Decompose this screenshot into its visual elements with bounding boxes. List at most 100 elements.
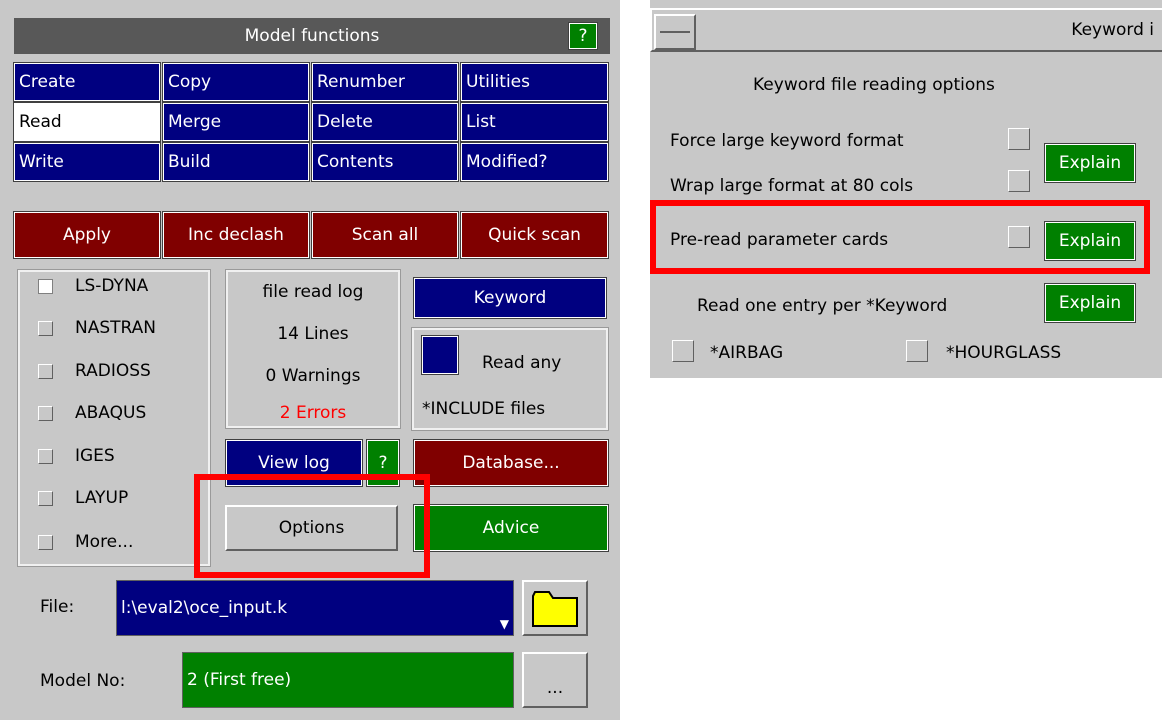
delete-label: Delete — [317, 112, 373, 132]
copy-button[interactable]: Copy — [162, 62, 310, 102]
read-button[interactable]: Read — [13, 102, 161, 142]
radio-abaqus[interactable] — [38, 405, 53, 421]
log-title: file read log — [262, 282, 364, 302]
format-more[interactable]: More... — [38, 532, 133, 552]
view-log-label: View log — [258, 453, 330, 473]
radio-iges[interactable] — [38, 448, 53, 464]
keyword-label: Keyword — [473, 288, 547, 308]
airbag-checkbox[interactable] — [672, 340, 694, 362]
build-label: Build — [168, 152, 211, 172]
quick-scan-button[interactable]: Quick scan — [460, 211, 609, 259]
read-any-toggle[interactable] — [421, 335, 459, 375]
explain-label: Explain — [1058, 153, 1122, 173]
format-label: More... — [75, 532, 134, 552]
utilities-button[interactable]: Utilities — [460, 62, 609, 102]
log-warnings: 0 Warnings — [265, 366, 361, 386]
modified-label: Modified? — [466, 152, 548, 172]
create-button[interactable]: Create — [13, 62, 161, 102]
delete-button[interactable]: Delete — [311, 102, 459, 142]
minimize-button[interactable] — [654, 14, 696, 50]
panel-title: Model functions — [14, 18, 610, 54]
format-radioss[interactable]: RADIOSS — [38, 361, 151, 381]
explain-one-entry-button[interactable]: Explain — [1044, 283, 1136, 323]
radio-nastran[interactable] — [38, 320, 53, 336]
format-iges[interactable]: IGES — [38, 446, 115, 466]
file-input[interactable]: l:\eval2\oce_input.k ▼ — [116, 580, 514, 636]
ellipsis-label: ... — [546, 678, 564, 698]
wrap-format-label: Wrap large format at 80 cols — [670, 176, 914, 196]
modified-button[interactable]: Modified? — [460, 142, 609, 182]
build-button[interactable]: Build — [162, 142, 310, 182]
list-label: List — [466, 112, 496, 132]
format-layup[interactable]: LAYUP — [38, 488, 128, 508]
explain-label: Explain — [1058, 293, 1122, 313]
radio-more[interactable] — [38, 534, 53, 550]
advice-button[interactable]: Advice — [413, 504, 609, 552]
database-label: Database... — [462, 453, 560, 473]
scan-all-label: Scan all — [351, 225, 419, 245]
format-label: NASTRAN — [75, 318, 156, 338]
format-abaqus[interactable]: ABAQUS — [38, 403, 146, 423]
model-functions-panel: Model functions ? Create Copy Renumber U… — [0, 0, 620, 720]
log-help-label: ? — [378, 453, 388, 473]
model-label: Model No: — [40, 671, 126, 691]
window-title: Keyword i — [1071, 20, 1154, 40]
options-heading: Keyword file reading options — [753, 75, 995, 95]
inc-declash-button[interactable]: Inc declash — [162, 211, 310, 259]
radio-radioss[interactable] — [38, 363, 53, 379]
folder-icon — [532, 591, 578, 627]
quick-scan-label: Quick scan — [488, 225, 581, 245]
apply-button[interactable]: Apply — [13, 211, 161, 259]
write-label: Write — [19, 152, 64, 172]
model-input[interactable]: 2 (First free) — [182, 652, 514, 708]
keyword-button[interactable]: Keyword — [413, 277, 607, 319]
model-options-button[interactable]: ... — [522, 652, 588, 708]
pre-read-highlight — [650, 200, 1150, 274]
list-button[interactable]: List — [460, 102, 609, 142]
contents-label: Contents — [317, 152, 394, 172]
log-errors: 2 Errors — [279, 403, 347, 423]
contents-button[interactable]: Contents — [311, 142, 459, 182]
dropdown-arrow-icon[interactable]: ▼ — [500, 617, 509, 631]
window-title-bar: Keyword i — [650, 8, 1162, 52]
advice-label: Advice — [482, 518, 540, 538]
format-label: LAYUP — [75, 488, 129, 508]
wrap-format-checkbox[interactable] — [1008, 170, 1030, 192]
apply-label: Apply — [63, 225, 111, 245]
renumber-label: Renumber — [317, 72, 405, 92]
help-button[interactable]: ? — [568, 22, 598, 50]
minimize-icon — [660, 31, 690, 33]
format-ls-dyna[interactable]: LS-DYNA — [38, 276, 148, 296]
log-lines: 14 Lines — [277, 324, 349, 344]
database-button[interactable]: Database... — [413, 439, 609, 487]
model-value: 2 (First free) — [187, 670, 292, 690]
format-nastran[interactable]: NASTRAN — [38, 318, 156, 338]
airbag-label: *AIRBAG — [710, 343, 784, 363]
radio-ls-dyna[interactable] — [38, 278, 53, 294]
write-button[interactable]: Write — [13, 142, 161, 182]
explain-large-button[interactable]: Explain — [1044, 143, 1136, 183]
help-label: ? — [578, 26, 588, 46]
format-label: IGES — [75, 446, 115, 466]
options-highlight — [194, 474, 430, 578]
hourglass-label: *HOURGLASS — [946, 343, 1062, 363]
utilities-label: Utilities — [466, 72, 530, 92]
one-entry-label: Read one entry per *Keyword — [697, 296, 948, 316]
merge-button[interactable]: Merge — [162, 102, 310, 142]
inc-declash-label: Inc declash — [188, 225, 284, 245]
renumber-button[interactable]: Renumber — [311, 62, 459, 102]
force-large-checkbox[interactable] — [1008, 128, 1030, 150]
browse-button[interactable] — [522, 580, 588, 636]
force-large-label: Force large keyword format — [670, 131, 904, 151]
radio-layup[interactable] — [38, 490, 53, 506]
file-path: l:\eval2\oce_input.k — [121, 598, 288, 618]
keyword-options-panel: Keyword i Keyword file reading options F… — [650, 0, 1162, 378]
format-label: LS-DYNA — [75, 276, 149, 296]
include-files-label: *INCLUDE files — [422, 399, 546, 419]
copy-label: Copy — [168, 72, 212, 92]
scan-all-button[interactable]: Scan all — [311, 211, 459, 259]
hourglass-checkbox[interactable] — [906, 340, 928, 362]
merge-label: Merge — [168, 112, 222, 132]
format-label: RADIOSS — [75, 361, 151, 381]
panel-title-label: Model functions — [244, 26, 380, 46]
